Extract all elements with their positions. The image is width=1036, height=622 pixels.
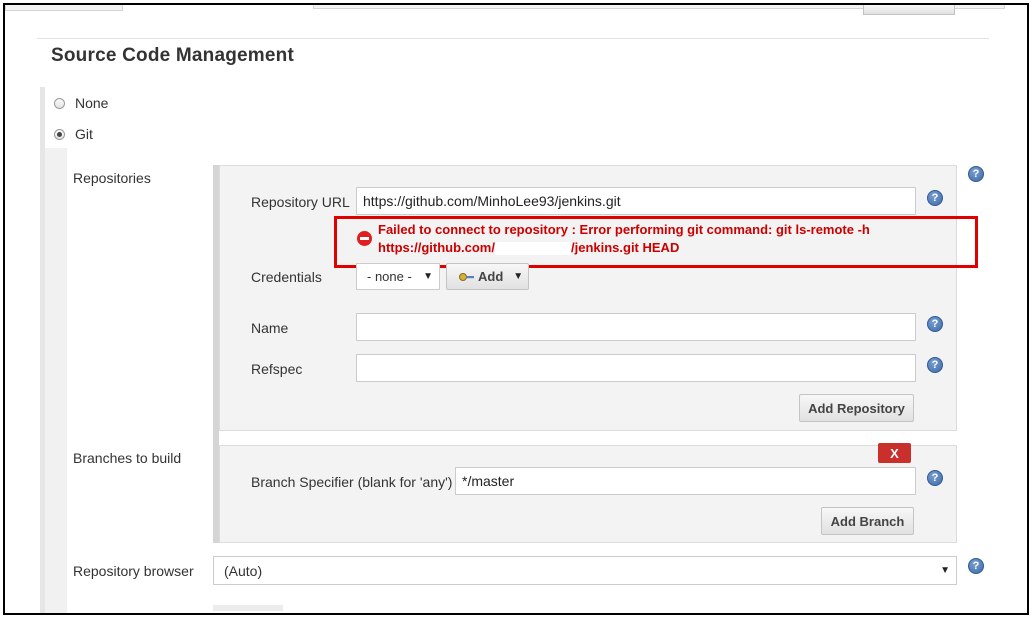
credentials-value: - none - bbox=[367, 269, 412, 284]
top-fragment-left bbox=[5, 5, 123, 11]
repository-browser-value: (Auto) bbox=[224, 562, 263, 579]
add-caret-down-icon: ▼ bbox=[513, 271, 524, 282]
error-message-line2: https://github.com/ /jenkins.git HEAD bbox=[378, 239, 679, 257]
add-credentials-button[interactable]: Add ▼ bbox=[446, 263, 529, 290]
branch-specifier-label: Branch Specifier (blank for 'any') bbox=[251, 474, 453, 490]
branches-label: Branches to build bbox=[73, 450, 182, 466]
git-radio[interactable] bbox=[54, 128, 65, 140]
jenkins-config-frame: Source Code Management None Git Reposito… bbox=[3, 3, 1029, 615]
error-url-suffix: /jenkins.git HEAD bbox=[570, 240, 680, 255]
key-icon bbox=[459, 272, 474, 281]
git-indent-bar bbox=[45, 148, 67, 613]
repository-browser-label: Repository browser bbox=[73, 563, 194, 579]
section-title: Source Code Management bbox=[51, 45, 295, 66]
credentials-select[interactable]: - none - ▼ bbox=[356, 263, 440, 290]
section-divider bbox=[37, 38, 989, 39]
add-credentials-label: Add bbox=[478, 269, 504, 284]
none-radio-label: None bbox=[75, 95, 109, 111]
refspec-input[interactable] bbox=[356, 354, 916, 382]
browser-caret-down-icon: ▼ bbox=[940, 565, 950, 576]
caret-down-icon: ▼ bbox=[423, 271, 433, 282]
top-button-fragment[interactable] bbox=[863, 5, 955, 15]
error-icon bbox=[357, 231, 372, 246]
name-help-icon[interactable]: ? bbox=[927, 316, 943, 332]
name-input[interactable] bbox=[356, 313, 916, 341]
scm-option-git[interactable]: Git bbox=[54, 126, 93, 142]
add-repository-button[interactable]: Add Repository bbox=[799, 394, 914, 422]
repository-url-label: Repository URL bbox=[251, 194, 350, 210]
branch-specifier-help-icon[interactable]: ? bbox=[927, 470, 943, 486]
refspec-label: Refspec bbox=[251, 361, 303, 377]
add-branch-button[interactable]: Add Branch bbox=[821, 507, 914, 535]
error-url-prefix: https://github.com/ bbox=[378, 240, 495, 255]
delete-branch-button[interactable]: X bbox=[878, 443, 911, 463]
repository-url-help-icon[interactable]: ? bbox=[927, 190, 943, 206]
refspec-help-icon[interactable]: ? bbox=[927, 357, 943, 373]
none-radio[interactable] bbox=[54, 97, 65, 109]
repository-browser-select[interactable]: (Auto) ▼ bbox=[213, 556, 957, 585]
bottom-fragment bbox=[213, 605, 283, 611]
repositories-label: Repositories bbox=[73, 170, 151, 186]
scm-option-none[interactable]: None bbox=[54, 95, 108, 111]
repository-browser-help-icon[interactable]: ? bbox=[968, 558, 984, 574]
error-message-line1: Failed to connect to repository : Error … bbox=[378, 222, 870, 237]
credentials-label: Credentials bbox=[251, 269, 322, 285]
name-label: Name bbox=[251, 320, 289, 336]
branch-specifier-input[interactable]: */master bbox=[455, 467, 916, 495]
redacted-username bbox=[494, 242, 571, 256]
repository-url-input[interactable]: https://github.com/MinhoLee93/jenkins.gi… bbox=[356, 187, 916, 215]
git-radio-label: Git bbox=[75, 126, 93, 142]
repositories-help-icon[interactable]: ? bbox=[968, 166, 984, 182]
